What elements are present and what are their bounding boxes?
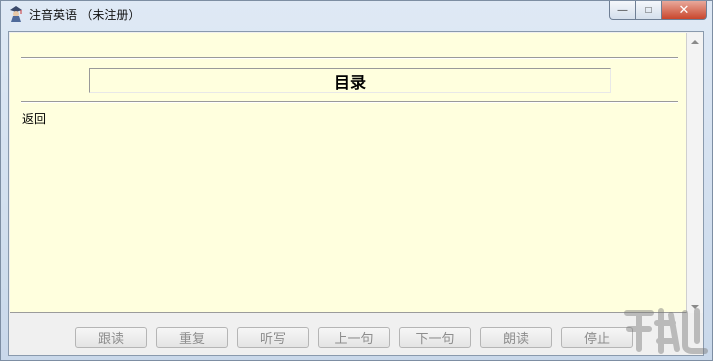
- close-button[interactable]: ✕: [662, 1, 707, 20]
- maximize-button[interactable]: □: [636, 1, 662, 20]
- content-pane: 目录 返回: [10, 33, 687, 313]
- toc-title: 目录: [333, 74, 366, 92]
- back-link[interactable]: 返回: [22, 110, 46, 127]
- vertical-scrollbar[interactable]: [687, 33, 703, 313]
- control-button-bar: 跟读 重复 听写 上一句 下一句 朗读 停止: [9, 315, 703, 355]
- close-icon: ✕: [678, 2, 690, 17]
- app-window: 注音英语 （未注册） — □ ✕ 目录 返回 跟读 重复 听写 上一句 下一句 …: [0, 0, 713, 361]
- minimize-button[interactable]: —: [609, 1, 636, 20]
- maximize-icon: □: [645, 4, 652, 16]
- follow-read-button[interactable]: 跟读: [75, 327, 147, 348]
- client-area: 目录 返回 跟读 重复 听写 上一句 下一句 朗读 停止: [8, 31, 704, 356]
- top-divider: [21, 57, 678, 59]
- window-title: 注音英语 （未注册）: [29, 8, 141, 22]
- scholar-icon: [10, 6, 22, 22]
- watermark-logo: [624, 308, 708, 354]
- minimize-icon: —: [617, 4, 628, 16]
- read-aloud-button[interactable]: 朗读: [480, 327, 552, 348]
- dictation-button[interactable]: 听写: [237, 327, 309, 348]
- next-sentence-button[interactable]: 下一句: [399, 327, 471, 348]
- title-bar[interactable]: 注音英语 （未注册） — □ ✕: [1, 1, 712, 29]
- repeat-button[interactable]: 重复: [156, 327, 228, 348]
- caption-buttons: — □ ✕: [609, 1, 707, 21]
- scroll-up-arrow-icon[interactable]: [691, 40, 699, 44]
- toc-header-box: 目录: [89, 68, 611, 93]
- header-divider: [21, 101, 678, 103]
- previous-sentence-button[interactable]: 上一句: [318, 327, 390, 348]
